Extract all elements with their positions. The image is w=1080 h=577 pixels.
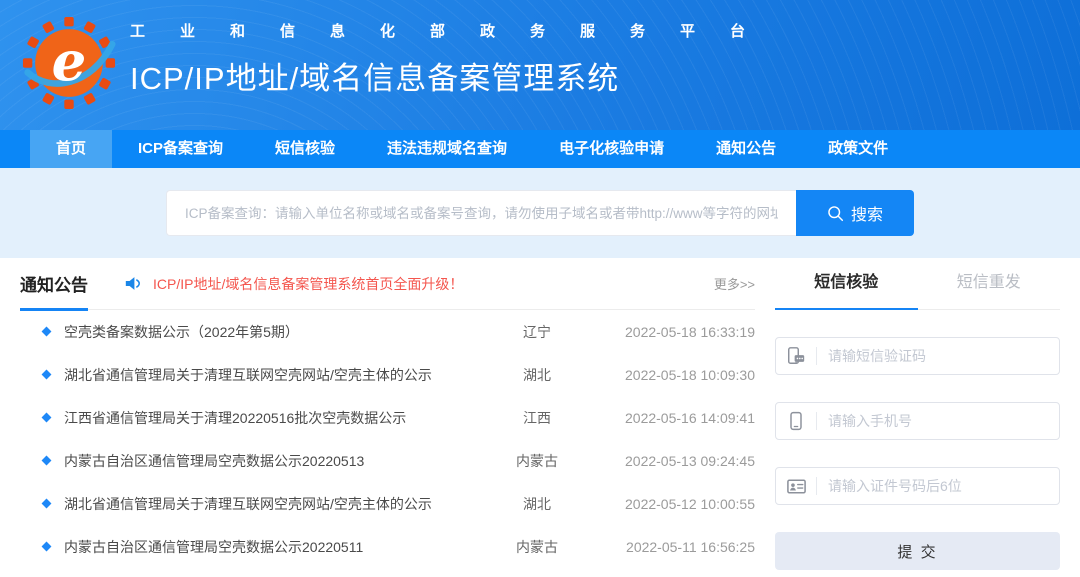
diamond-bullet-icon xyxy=(42,370,52,380)
notice-time: 2022-05-13 09:24:45 xyxy=(587,453,755,469)
diamond-bullet-icon xyxy=(42,542,52,552)
more-link[interactable]: 更多>> xyxy=(714,274,755,293)
search-section: 搜索 xyxy=(0,168,1080,258)
diamond-bullet-icon xyxy=(42,413,52,423)
id-number-input[interactable] xyxy=(817,478,1059,494)
id-number-field[interactable] xyxy=(775,467,1060,505)
notice-time: 2022-05-11 16:56:25 xyxy=(587,539,755,555)
notice-row[interactable]: 内蒙古自治区通信管理局空壳数据公示20220511 内蒙古 2022-05-11… xyxy=(20,525,755,568)
notice-header: 通知公告 ICP/IP地址/域名信息备案管理系统首页全面升级！ 更多>> xyxy=(20,258,755,310)
phone-number-input[interactable] xyxy=(817,413,1059,429)
system-title: ICP/IP地址/域名信息备案管理系统 xyxy=(130,53,780,98)
notice-row[interactable]: 湖北省通信管理局关于清理互联网空壳网站/空壳主体的公示 湖北 2022-05-1… xyxy=(20,353,755,396)
notice-time: 2022-05-18 10:09:30 xyxy=(587,367,755,383)
notice-province: 江西 xyxy=(487,408,587,428)
submit-button[interactable]: 提 交 xyxy=(775,532,1060,570)
notice-row[interactable]: 湖北省通信管理局关于清理互联网空壳网站/空壳主体的公示 湖北 2022-05-1… xyxy=(20,482,755,525)
nav-item-notices[interactable]: 通知公告 xyxy=(690,130,802,168)
nav-item-e-verification[interactable]: 电子化核验申请 xyxy=(533,130,690,168)
notice-title[interactable]: 湖北省通信管理局关于清理互联网空壳网站/空壳主体的公示 xyxy=(64,365,487,385)
notice-title[interactable]: 空壳类备案数据公示（2022年第5期） xyxy=(64,322,487,342)
speaker-icon xyxy=(124,258,143,309)
notice-list: 空壳类备案数据公示（2022年第5期） 辽宁 2022-05-18 16:33:… xyxy=(20,310,755,568)
tab-sms-resend[interactable]: 短信重发 xyxy=(918,258,1061,309)
notice-province: 内蒙古 xyxy=(487,451,587,471)
search-button-label: 搜索 xyxy=(851,201,883,225)
search-icon xyxy=(827,205,844,222)
main-content: 通知公告 ICP/IP地址/域名信息备案管理系统首页全面升级！ 更多>> 空壳类… xyxy=(0,258,1080,570)
search-box: 搜索 xyxy=(166,190,914,236)
notice-row[interactable]: 江西省通信管理局关于清理20220516批次空壳数据公示 江西 2022-05-… xyxy=(20,396,755,439)
nav-item-icp-query[interactable]: ICP备案查询 xyxy=(112,130,249,168)
icp-search-input[interactable] xyxy=(166,190,796,236)
notice-time: 2022-05-18 16:33:19 xyxy=(587,324,755,340)
id-card-icon xyxy=(776,476,816,497)
sms-panel-tabs: 短信核验 短信重发 xyxy=(775,258,1060,310)
svg-text:e: e xyxy=(52,29,87,93)
sms-verification-panel: 短信核验 短信重发 xyxy=(775,258,1060,570)
nav-item-sms-verify[interactable]: 短信核验 xyxy=(249,130,361,168)
notice-section: 通知公告 ICP/IP地址/域名信息备案管理系统首页全面升级！ 更多>> 空壳类… xyxy=(20,258,755,570)
tab-sms-verify[interactable]: 短信核验 xyxy=(775,258,918,310)
sms-code-field[interactable] xyxy=(775,337,1060,375)
page: e 工业和信息化部政务服务平台 ICP/IP地址/域名信息备案管理系统 首页 I… xyxy=(0,0,1080,577)
nav-item-policy-files[interactable]: 政策文件 xyxy=(802,130,914,168)
diamond-bullet-icon xyxy=(42,499,52,509)
sms-icon xyxy=(776,346,816,366)
nav-item-illegal-domain-query[interactable]: 违法违规域名查询 xyxy=(361,130,533,168)
notice-section-title: 通知公告 xyxy=(20,271,88,296)
main-nav: 首页 ICP备案查询 短信核验 违法违规域名查询 电子化核验申请 通知公告 政策… xyxy=(0,130,1080,168)
search-button[interactable]: 搜索 xyxy=(796,190,914,236)
upgrade-announcement-link[interactable]: ICP/IP地址/域名信息备案管理系统首页全面升级！ xyxy=(153,274,463,294)
diamond-bullet-icon xyxy=(42,327,52,337)
nav-item-home[interactable]: 首页 xyxy=(30,130,112,168)
notice-time: 2022-05-16 14:09:41 xyxy=(587,410,755,426)
notice-title[interactable]: 江西省通信管理局关于清理20220516批次空壳数据公示 xyxy=(64,408,487,428)
notice-time: 2022-05-12 10:00:55 xyxy=(587,496,755,512)
platform-name: 工业和信息化部政务服务平台 xyxy=(130,20,780,41)
notice-province: 湖北 xyxy=(487,494,587,514)
notice-row[interactable]: 内蒙古自治区通信管理局空壳数据公示20220513 内蒙古 2022-05-13… xyxy=(20,439,755,482)
diamond-bullet-icon xyxy=(42,456,52,466)
top-banner: e 工业和信息化部政务服务平台 ICP/IP地址/域名信息备案管理系统 xyxy=(0,0,1080,130)
notice-province: 湖北 xyxy=(487,365,587,385)
notice-title[interactable]: 内蒙古自治区通信管理局空壳数据公示20220513 xyxy=(64,451,487,471)
notice-section-tab: 通知公告 xyxy=(20,258,88,311)
sms-code-input[interactable] xyxy=(817,348,1059,364)
phone-icon xyxy=(776,411,816,431)
notice-province: 辽宁 xyxy=(487,322,587,342)
notice-province: 内蒙古 xyxy=(487,537,587,557)
notice-title[interactable]: 湖北省通信管理局关于清理互联网空壳网站/空壳主体的公示 xyxy=(64,494,487,514)
phone-number-field[interactable] xyxy=(775,402,1060,440)
miit-logo-icon: e xyxy=(22,16,116,110)
notice-row[interactable]: 空壳类备案数据公示（2022年第5期） 辽宁 2022-05-18 16:33:… xyxy=(20,310,755,353)
notice-title[interactable]: 内蒙古自治区通信管理局空壳数据公示20220511 xyxy=(64,537,487,557)
